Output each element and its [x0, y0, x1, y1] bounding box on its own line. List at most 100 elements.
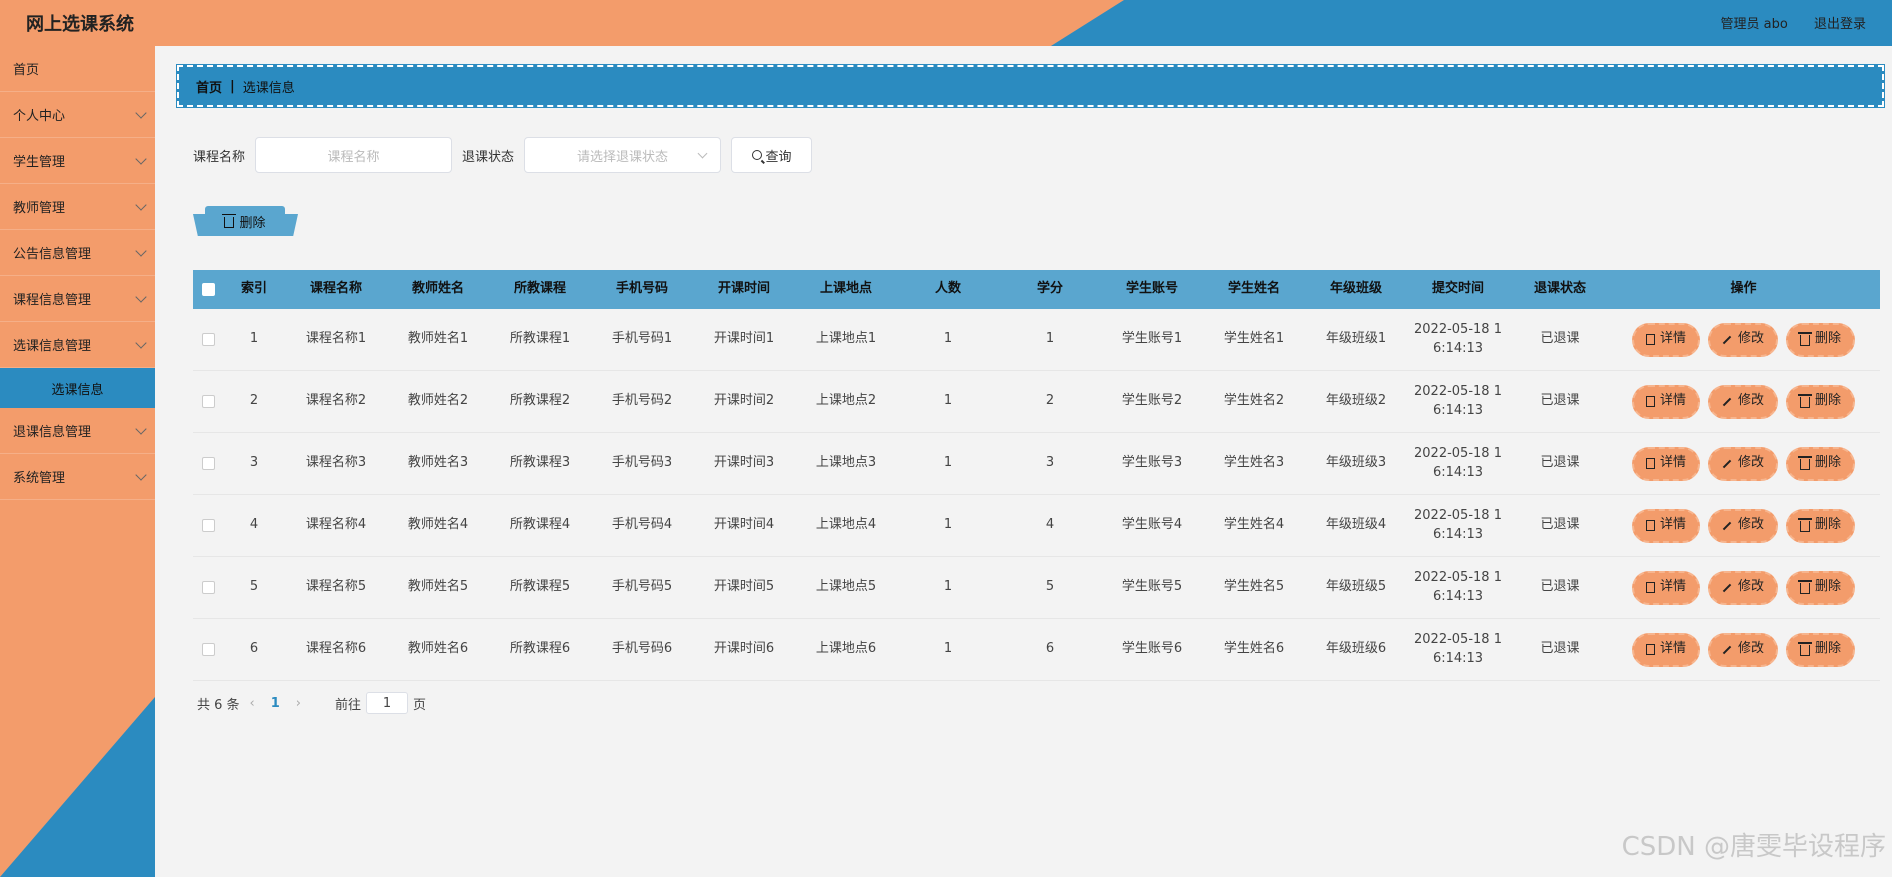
- edit-label: 修改: [1737, 331, 1764, 347]
- table-cell: 所教课程6: [509, 641, 571, 657]
- table-cell: 4: [249, 517, 259, 533]
- table-cell: 3: [1045, 455, 1055, 471]
- detail-button[interactable]: 详情: [1631, 508, 1700, 543]
- row-checkbox[interactable]: [201, 395, 215, 408]
- detail-label: 详情: [1659, 455, 1686, 471]
- sidebar-decoration: [0, 697, 155, 877]
- document-icon: [1645, 458, 1655, 469]
- sidebar-item[interactable]: 公告信息管理: [0, 230, 155, 276]
- row-checkbox[interactable]: [201, 457, 215, 470]
- delete-button[interactable]: 删除: [1786, 322, 1856, 357]
- row-checkbox[interactable]: [201, 519, 215, 532]
- prev-page-icon[interactable]: ‹: [250, 696, 255, 711]
- detail-button[interactable]: 详情: [1631, 570, 1700, 605]
- sidebar-item[interactable]: 首页: [0, 46, 155, 92]
- delete-button[interactable]: 删除: [1786, 632, 1856, 667]
- row-actions: 详情 修改 删除: [1611, 508, 1876, 543]
- total-count: 共 6 条: [197, 697, 240, 713]
- table-cell: 学生账号5: [1121, 579, 1183, 595]
- course-selection-table: 索引 课程名称 教师姓名 所教课程 手机号码 开课时间 上课地点 人数 学分 学生账号 学生姓名 年级…: [193, 270, 1880, 681]
- table-row: 3 课程名称3 教师姓名3 所教课程3 手机号码3 开课时间3 上课地点3 1 3 学生账号3 学生…: [193, 433, 1880, 495]
- table-cell: 课程名称6: [305, 641, 367, 657]
- table-cell: 学生账号6: [1121, 641, 1183, 657]
- table-header: 索引 课程名称 教师姓名 所教课程 手机号码 开课时间 上课地点 人数 学分 学生账号 学生姓名 年级…: [193, 270, 1880, 309]
- edit-button[interactable]: 修改: [1707, 632, 1778, 667]
- table-cell: 已退课: [1540, 579, 1580, 595]
- breadcrumb-home[interactable]: 首页: [196, 77, 222, 96]
- sidebar: 首页 个人中心 学生管理 教师管理 公告信息管理课程信息管理选课信息管理 选课信息 退课信息…: [0, 46, 155, 877]
- delete-button[interactable]: 删除: [1786, 570, 1856, 605]
- table-cell: 课程名称5: [305, 579, 367, 595]
- table-cell: 年级班级2: [1325, 393, 1387, 409]
- edit-button[interactable]: 修改: [1707, 384, 1778, 419]
- top-header: 网上选课系统 管理员 abo 退出登录: [0, 0, 1892, 46]
- detail-button[interactable]: 详情: [1631, 632, 1700, 667]
- sidebar-item-label: 系统管理: [13, 471, 66, 486]
- table-cell: 手机号码6: [611, 641, 673, 657]
- delete-button[interactable]: 删除: [1786, 446, 1856, 481]
- detail-button[interactable]: 详情: [1631, 446, 1700, 481]
- chevron-down-icon: [697, 148, 708, 159]
- sidebar-item[interactable]: 学生管理: [0, 138, 155, 184]
- row-checkbox[interactable]: [201, 581, 215, 594]
- table-cell: 所教课程5: [509, 579, 571, 595]
- goto-page-input[interactable]: 1: [366, 692, 409, 714]
- table-cell: 学生姓名6: [1223, 641, 1285, 657]
- table-cell: 所教课程4: [509, 517, 571, 533]
- sidebar-item[interactable]: 选课信息管理: [0, 322, 155, 368]
- sidebar-item[interactable]: 教师管理: [0, 184, 155, 230]
- logout-link[interactable]: 退出登录: [1814, 17, 1866, 32]
- select-all-checkbox[interactable]: [201, 283, 215, 296]
- bulk-delete-button[interactable]: 删除: [205, 206, 285, 236]
- edit-button[interactable]: 修改: [1707, 570, 1778, 605]
- table-cell: 1: [943, 331, 953, 347]
- detail-button[interactable]: 详情: [1631, 384, 1700, 419]
- pagination: 共 6 条 ‹ 1 › 前往 1 页: [197, 692, 426, 714]
- sidebar-item[interactable]: 系统管理: [0, 454, 155, 500]
- table-cell: 开课时间5: [713, 579, 775, 595]
- chevron-down-icon: [135, 107, 147, 119]
- row-checkbox[interactable]: [201, 643, 215, 656]
- table-row: 2 课程名称2 教师姓名2 所教课程2 手机号码2 开课时间2 上课地点2 1 2 学生账号2 学生…: [193, 371, 1880, 433]
- withdraw-status-select[interactable]: 请选择退课状态: [524, 137, 722, 173]
- delete-label: 删除: [1815, 641, 1842, 657]
- table-cell: 3: [249, 455, 259, 471]
- table-cell: 学生姓名4: [1223, 517, 1285, 533]
- course-name-input[interactable]: 课程名称: [255, 137, 453, 173]
- page-number-current[interactable]: 1: [271, 696, 280, 711]
- detail-button[interactable]: 详情: [1631, 322, 1700, 357]
- column-header: 上课地点: [819, 281, 872, 297]
- detail-label: 详情: [1659, 517, 1686, 533]
- table-row: 4 课程名称4 教师姓名4 所教课程4 手机号码4 开课时间4 上课地点4 1 4 学生账号4 学生…: [193, 495, 1880, 557]
- next-page-icon[interactable]: ›: [296, 696, 301, 711]
- column-header: 提交时间: [1431, 281, 1484, 297]
- table-cell: 5: [249, 579, 259, 595]
- bulk-delete-ribbon: 删除: [193, 206, 298, 236]
- breadcrumb-current: 选课信息: [242, 80, 295, 96]
- query-button[interactable]: 查询: [731, 137, 813, 173]
- table-row: 6 课程名称6 教师姓名6 所教课程6 手机号码6 开课时间6 上课地点6 1 6 学生账号6 学生…: [193, 619, 1880, 681]
- table-cell: 教师姓名1: [407, 331, 469, 347]
- table-cell: 1: [1045, 331, 1055, 347]
- delete-button[interactable]: 删除: [1786, 384, 1856, 419]
- table-cell: 年级班级6: [1325, 641, 1387, 657]
- delete-button[interactable]: 删除: [1786, 508, 1856, 543]
- sidebar-item[interactable]: 退课信息管理: [0, 408, 155, 454]
- edit-button[interactable]: 修改: [1707, 322, 1778, 357]
- row-checkbox[interactable]: [201, 333, 215, 346]
- sidebar-item[interactable]: 个人中心: [0, 92, 155, 138]
- edit-button[interactable]: 修改: [1707, 508, 1778, 543]
- app-title: 网上选课系统: [26, 14, 134, 35]
- trash-icon: [1798, 642, 1812, 656]
- search-bar: 课程名称 课程名称 退课状态 请选择退课状态 查询: [193, 137, 813, 173]
- edit-button[interactable]: 修改: [1707, 446, 1778, 481]
- bulk-delete-label: 删除: [239, 215, 266, 231]
- sidebar-item[interactable]: 课程信息管理: [0, 276, 155, 322]
- sidebar-subitem-course-selection[interactable]: 选课信息: [0, 368, 155, 408]
- row-checkbox-cell: [193, 581, 223, 594]
- sidebar-item-label: 课程信息管理: [13, 293, 92, 308]
- row-actions: 详情 修改 删除: [1611, 632, 1876, 667]
- table-cell: 所教课程1: [509, 331, 571, 347]
- table-row: 5 课程名称5 教师姓名5 所教课程5 手机号码5 开课时间5 上课地点5 1 5 学生账号5 学生…: [193, 557, 1880, 619]
- table-cell: 已退课: [1540, 455, 1580, 471]
